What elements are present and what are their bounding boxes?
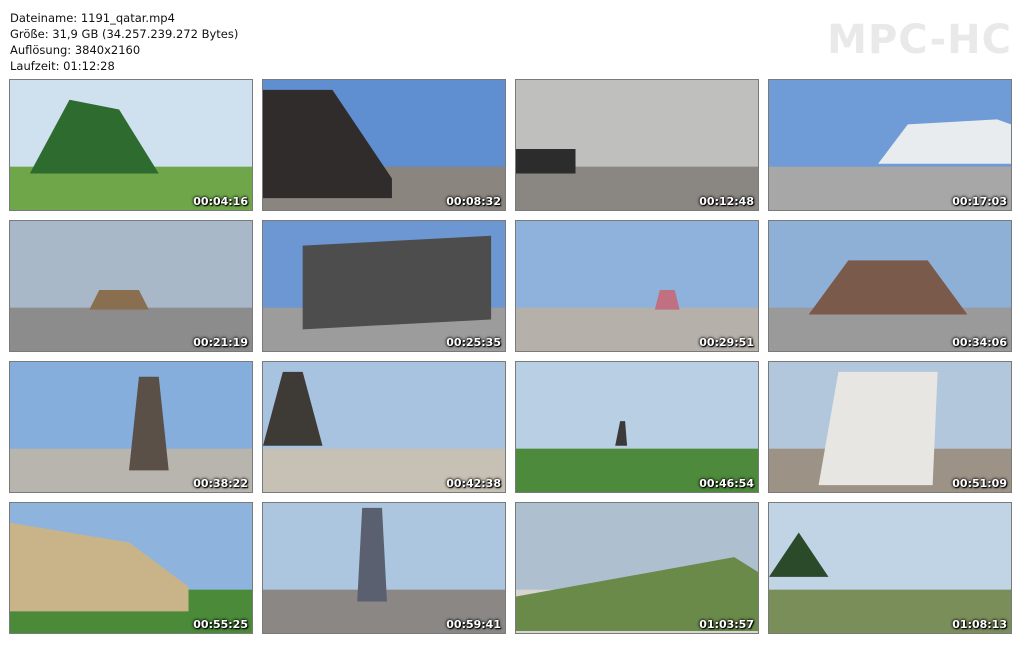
thumbnail-timestamp: 00:46:54 <box>699 477 754 490</box>
video-thumbnail: 00:51:09 <box>768 361 1012 493</box>
thumbnail-timestamp: 00:25:35 <box>446 336 501 349</box>
video-thumbnail: 00:34:06 <box>768 220 1012 352</box>
thumbnail-image <box>263 221 505 351</box>
thumbnail-image <box>263 503 505 633</box>
thumbnail-timestamp: 00:51:09 <box>952 477 1007 490</box>
video-thumbnail: 01:03:57 <box>515 502 759 634</box>
video-thumbnail: 00:29:51 <box>515 220 759 352</box>
thumbnail-image <box>516 221 758 351</box>
thumbnail-image <box>10 362 252 492</box>
video-thumbnail: 00:42:38 <box>262 361 506 493</box>
file-size-line: Größe: 31,9 GB (34.257.239.272 Bytes) <box>10 27 239 41</box>
file-name-line: Dateiname: 1191_qatar.mp4 <box>10 11 175 25</box>
thumbnail-grid: 00:04:16 00:08:32 00:12:48 00:17:03 00:21:19… <box>9 79 1015 635</box>
thumbnail-image <box>10 221 252 351</box>
thumbnail-image <box>769 503 1011 633</box>
video-thumbnail: 00:25:35 <box>262 220 506 352</box>
thumbnail-image <box>263 80 505 210</box>
thumbnail-timestamp: 00:29:51 <box>699 336 754 349</box>
thumbnail-image <box>769 221 1011 351</box>
thumbnail-timestamp: 00:38:22 <box>193 477 248 490</box>
thumbnail-image <box>263 362 505 492</box>
thumbnail-timestamp: 00:42:38 <box>446 477 501 490</box>
thumbnail-timestamp: 00:17:03 <box>952 195 1007 208</box>
thumbnail-timestamp: 01:03:57 <box>699 618 754 631</box>
duration-line: Laufzeit: 01:12:28 <box>10 59 115 73</box>
thumbnail-timestamp: 00:21:19 <box>193 336 248 349</box>
thumbnail-image <box>769 362 1011 492</box>
thumbnail-timestamp: 00:08:32 <box>446 195 501 208</box>
resolution-line: Auflösung: 3840x2160 <box>10 43 141 57</box>
thumbnail-image <box>10 80 252 210</box>
video-thumbnail: 00:46:54 <box>515 361 759 493</box>
video-thumbnail: 00:12:48 <box>515 79 759 211</box>
thumbnail-image <box>516 362 758 492</box>
video-thumbnail: 00:38:22 <box>9 361 253 493</box>
video-thumbnail: 00:59:41 <box>262 502 506 634</box>
video-thumbnail: 00:08:32 <box>262 79 506 211</box>
thumbnail-image <box>516 503 758 633</box>
file-info-panel: Dateiname: 1191_qatar.mp4 Größe: 31,9 GB… <box>10 10 238 74</box>
video-thumbnail: 00:21:19 <box>9 220 253 352</box>
thumbnail-image <box>769 80 1011 210</box>
thumbnail-timestamp: 00:59:41 <box>446 618 501 631</box>
thumbnail-image <box>516 80 758 210</box>
thumbnail-timestamp: 01:08:13 <box>952 618 1007 631</box>
thumbnail-timestamp: 00:55:25 <box>193 618 248 631</box>
video-thumbnail: 00:17:03 <box>768 79 1012 211</box>
thumbnail-timestamp: 00:04:16 <box>193 195 248 208</box>
thumbnail-timestamp: 00:34:06 <box>952 336 1007 349</box>
video-thumbnail: 00:04:16 <box>9 79 253 211</box>
thumbnail-image <box>10 503 252 633</box>
video-thumbnail: 01:08:13 <box>768 502 1012 634</box>
thumbnail-timestamp: 00:12:48 <box>699 195 754 208</box>
video-thumbnail: 00:55:25 <box>9 502 253 634</box>
mpc-hc-logo: MPC-HC <box>827 17 1012 63</box>
